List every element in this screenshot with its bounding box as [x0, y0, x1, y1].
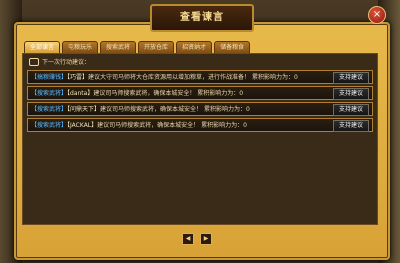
advice-row: 【搞粮赚钱】【巧雷】建议大守司马师将大仓库资源用以增加粮草，进行作战准备！ 累积…: [27, 70, 373, 84]
support-advice-button[interactable]: 支持建议: [333, 88, 369, 100]
advice-panel: 下一次行动建议： 【搞粮赚钱】【巧雷】建议大守司马师将大仓库资源用以增加粮草，进…: [22, 53, 378, 225]
advice-row: 【搜索武将】【JACKAL】建议司马师搜索武将，确保本城安全！ 累积影响力为：0…: [27, 118, 373, 132]
previous-page-button[interactable]: ◀: [182, 233, 194, 245]
advice-influence: 累积影响力为：0: [203, 106, 250, 113]
hint-text: 下一次行动建议：: [42, 59, 91, 66]
advice-category: 【搜索武将】: [31, 122, 68, 129]
next-action-hint: 下一次行动建议：: [29, 57, 90, 66]
advice-text: 建议司马师搜索武将，确保本城安全！: [97, 122, 200, 129]
close-button[interactable]: ×: [368, 6, 386, 24]
dialog-title: 查看谏言: [150, 4, 254, 32]
advice-speaker: 【JACKAL】: [67, 122, 98, 129]
advice-row: 【搜索武将】【问鼎天下】建议司马师搜索武将，确保本城安全！ 累积影响力为：0 支…: [27, 102, 373, 116]
support-advice-button[interactable]: 支持建议: [333, 104, 369, 116]
advice-influence: 累积影响力为：0: [197, 90, 244, 97]
advice-influence: 累积影响力为：0: [201, 122, 247, 129]
advice-text: 建议大守司马师将大仓库资源用以增加粮草，进行作战准备！: [88, 74, 251, 81]
pager: ◀ ▶: [182, 233, 212, 245]
advice-row: 【搜索武将】【danta】建议司马师搜索武将，确保本城安全！ 累积影响力为：0 …: [27, 86, 373, 100]
advice-category: 【搜索武将】: [31, 90, 68, 97]
advice-row-text: 【搜索武将】【JACKAL】建议司马师搜索武将，确保本城安全！ 累积影响力为：0: [31, 119, 247, 133]
tab-bar: 全部谏言 屯粮玩乐 搜索武将 开放仓库 招贤纳才 储备粮食: [24, 41, 251, 54]
support-advice-button[interactable]: 支持建议: [333, 120, 369, 132]
advice-row-text: 【搜索武将】【danta】建议司马师搜索武将，确保本城安全！ 累积影响力为：0: [31, 87, 243, 101]
advice-category: 【搜索武将】: [31, 106, 68, 113]
advice-speaker: 【danta】: [67, 90, 94, 97]
advice-text: 建议司马师搜索武将，确保本城安全！: [100, 106, 203, 113]
next-page-button[interactable]: ▶: [200, 233, 212, 245]
advice-text: 建议司马师搜索武将，确保本城安全！: [93, 90, 196, 97]
advice-row-text: 【搞粮赚钱】【巧雷】建议大守司马师将大仓库资源用以增加粮草，进行作战准备！ 累积…: [31, 71, 298, 85]
advice-row-text: 【搜索武将】【问鼎天下】建议司马师搜索武将，确保本城安全！ 累积影响力为：0: [31, 103, 250, 117]
advice-category: 【搞粮赚钱】: [31, 74, 68, 81]
support-advice-button[interactable]: 支持建议: [333, 72, 369, 84]
advice-influence: 累积影响力为：0: [251, 74, 298, 81]
speech-bubble-icon: [29, 57, 39, 66]
advice-speaker: 【问鼎天下】: [67, 106, 101, 113]
advice-speaker: 【巧雷】: [67, 74, 89, 81]
